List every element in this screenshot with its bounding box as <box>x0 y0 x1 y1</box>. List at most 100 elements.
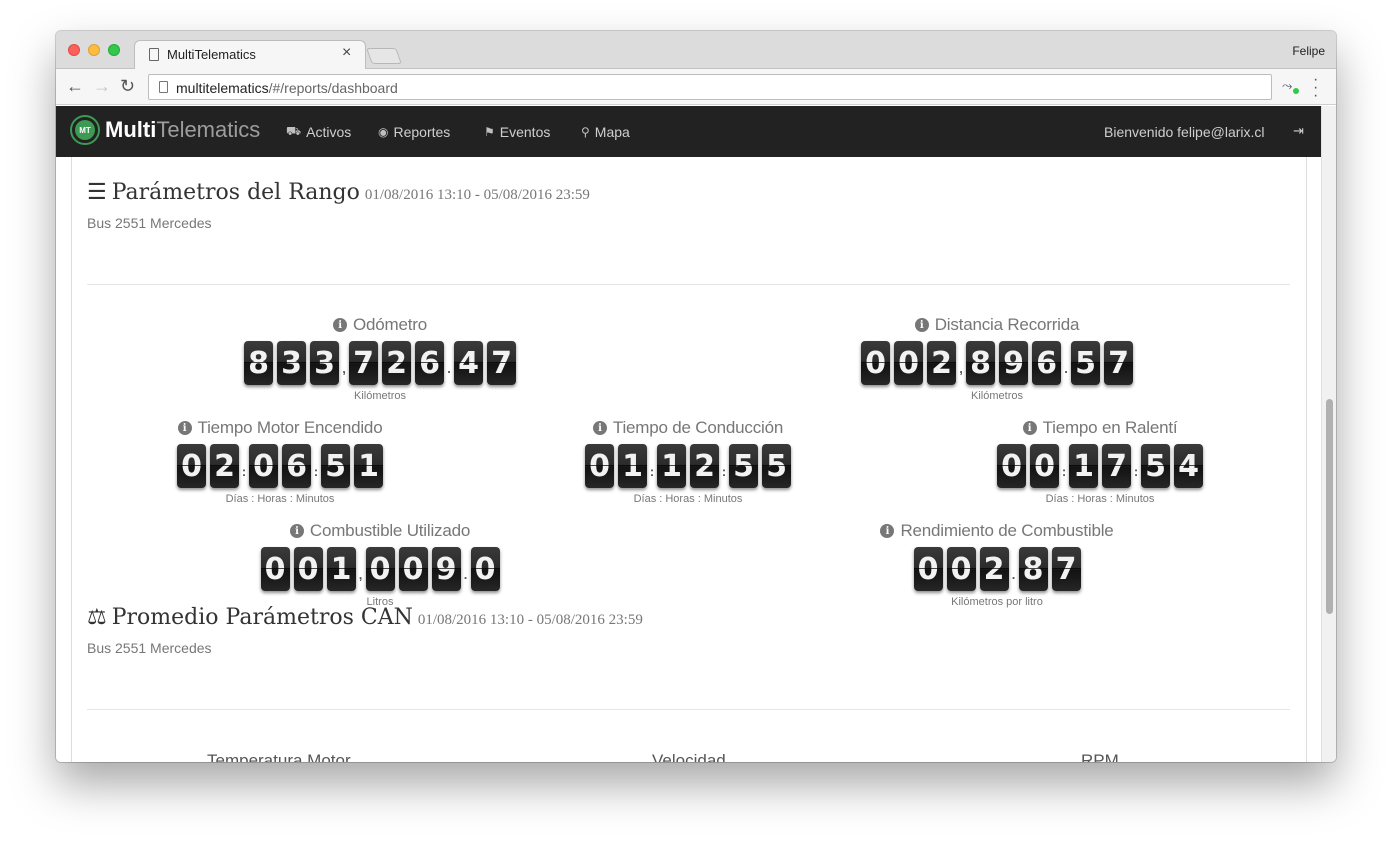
car-icon: ⛟ <box>286 124 302 138</box>
zoom-window-button[interactable] <box>108 44 120 56</box>
counter-digit: 5 <box>729 444 758 488</box>
back-arrow-icon[interactable]: ← <box>66 77 84 95</box>
info-icon[interactable]: i <box>289 524 304 538</box>
counter-digit: 0 <box>997 444 1026 488</box>
metric-label: i Odómetro <box>333 315 427 335</box>
nav-item-eventos[interactable]: ⚑ Eventos <box>484 124 550 140</box>
metric-label-text: Tiempo de Conducción <box>612 418 784 437</box>
counter-digit: 8 <box>244 341 273 385</box>
browser-toolbar: ← → ↻ multitelematics/#/reports/dashboar… <box>56 69 1336 105</box>
logo-icon: MT <box>70 115 100 145</box>
nav-item-activos[interactable]: ⛟ Activos <box>286 124 351 140</box>
counter-digit: 1 <box>618 444 647 488</box>
counter-digit: 1 <box>657 444 686 488</box>
counter-group: 002 <box>859 341 958 385</box>
reload-icon[interactable]: ↻ <box>120 77 135 95</box>
profile-name[interactable]: Felipe <box>1292 44 1325 58</box>
info-icon[interactable]: i <box>592 421 607 435</box>
counter-digit: 0 <box>913 547 943 591</box>
counter-group: 726 <box>347 341 446 385</box>
counter-group: 55 <box>727 444 793 488</box>
metric-label: i Tiempo en Ralentí <box>1022 418 1178 438</box>
content-area: ☰ Parámetros del Rango 01/08/2016 13:10 … <box>56 157 1321 762</box>
counter-group: 12 <box>655 444 721 488</box>
forward-arrow-icon[interactable]: → <box>93 77 111 95</box>
counter-digit: 0 <box>260 547 290 591</box>
nav-item-mapa[interactable]: ⚲ Mapa <box>581 124 630 140</box>
brand[interactable]: MT MultiTelematics <box>70 115 260 145</box>
counter-digit: 2 <box>210 444 239 488</box>
info-icon[interactable]: i <box>880 524 895 538</box>
browser-window: MultiTelematics × Felipe ← → ↻ multitele… <box>56 31 1336 762</box>
counter-digit: 2 <box>690 444 719 488</box>
menu-dots-icon[interactable]: · · · <box>1313 72 1318 104</box>
counter-group: 896 <box>964 341 1063 385</box>
minimize-window-button[interactable] <box>88 44 100 56</box>
counter-digit: 2 <box>927 341 956 385</box>
divider <box>87 284 1290 285</box>
counter-digit: 0 <box>293 547 323 591</box>
metric-label-text: Tiempo en Ralentí <box>1042 418 1178 437</box>
metric-combustible-utilizado: i Combustible Utilizado 0 0 1, 0 0 9. 0 Litros <box>250 521 510 608</box>
dashboard-icon: ◉ <box>378 125 389 139</box>
info-icon[interactable]: i <box>333 318 347 332</box>
scrollbar-thumb[interactable] <box>1326 399 1333 614</box>
can-col-rpm: RPM <box>1081 751 1119 762</box>
nav-item-reportes[interactable]: ◉ Reportes <box>378 124 450 140</box>
counter-digit: 6 <box>1032 341 1061 385</box>
counter-digit: 7 <box>349 341 378 385</box>
page-icon <box>149 48 159 61</box>
info-icon[interactable]: i <box>914 318 929 332</box>
flip-counter: 833,726.47 <box>242 341 518 385</box>
metric-odometro: i Odómetro 8 3 3, 7 2 6. 4 7 Kilómetros <box>240 315 520 402</box>
counter-digit: 5 <box>1071 341 1100 385</box>
counter-digit: 0 <box>861 341 890 385</box>
counter-digit: 6 <box>282 444 311 488</box>
tab-strip: MultiTelematics × Felipe <box>56 31 1336 70</box>
can-section-date: 01/08/2016 13:10 - 05/08/2016 23:59 <box>417 612 643 628</box>
counter-digit: 2 <box>382 341 411 385</box>
balance-scale-icon: ⚖ <box>87 604 107 629</box>
url-text[interactable]: multitelematics/#/reports/dashboard <box>176 80 398 96</box>
metric-tiempo-ralenti: i Tiempo en Ralentí 0 0:1 7:5 4 Días : Horas :… <box>980 418 1220 505</box>
address-bar[interactable]: multitelematics/#/reports/dashboard <box>148 74 1272 100</box>
flip-counter: 002.87 <box>912 547 1083 591</box>
counter-digit: 5 <box>762 444 791 488</box>
counter-digit: 8 <box>1018 547 1048 591</box>
info-icon[interactable]: i <box>1022 421 1037 435</box>
counter-group: 833 <box>242 341 341 385</box>
counter-digit: 6 <box>415 341 444 385</box>
extension-icon[interactable]: ⤳ <box>1282 78 1299 94</box>
metric-tiempo-conduccion: i Tiempo de Conducción 0 1:1 2:5 5 Días : Hora… <box>568 418 808 505</box>
metric-label: i Tiempo de Conducción <box>592 418 784 438</box>
flip-counter: 002,896.57 <box>859 341 1135 385</box>
brand-name: MultiTelematics <box>105 117 261 142</box>
counter-group: 002 <box>912 547 1011 591</box>
metric-label-text: Combustible Utilizado <box>309 521 471 540</box>
new-tab-button[interactable] <box>366 48 402 64</box>
metric-unit: Kilómetros <box>354 390 406 402</box>
flip-counter: 001,009.0 <box>259 547 502 591</box>
counter-group: 06 <box>247 444 313 488</box>
counter-group: 01 <box>583 444 649 488</box>
counter-digit: 0 <box>365 547 395 591</box>
counter-group: 00 <box>995 444 1061 488</box>
metric-unit: Días : Horas : Minutos <box>225 493 335 505</box>
server-icon: ☰ <box>87 179 107 204</box>
counter-group: 51 <box>319 444 385 488</box>
logout-icon[interactable]: ⇥ <box>1293 123 1304 139</box>
close-window-button[interactable] <box>68 44 80 56</box>
counter-digit: 7 <box>1102 444 1131 488</box>
info-icon[interactable]: i <box>177 421 192 435</box>
counter-digit: 0 <box>1030 444 1059 488</box>
metric-label: i Rendimiento de Combustible <box>880 521 1114 541</box>
welcome-user[interactable]: Bienvenido felipe@larix.cl <box>1104 124 1265 140</box>
counter-digit: 3 <box>310 341 339 385</box>
close-icon[interactable]: × <box>342 45 351 61</box>
metric-unit: Días : Horas : Minutos <box>1045 493 1155 505</box>
metric-label-text: Rendimiento de Combustible <box>900 521 1114 540</box>
counter-digit: 0 <box>177 444 206 488</box>
vertical-scrollbar[interactable] <box>1321 106 1336 762</box>
metric-tiempo-motor: i Tiempo Motor Encendido 0 2:0 6:5 1 Días : Ho… <box>160 418 400 505</box>
counter-digit: 0 <box>946 547 976 591</box>
